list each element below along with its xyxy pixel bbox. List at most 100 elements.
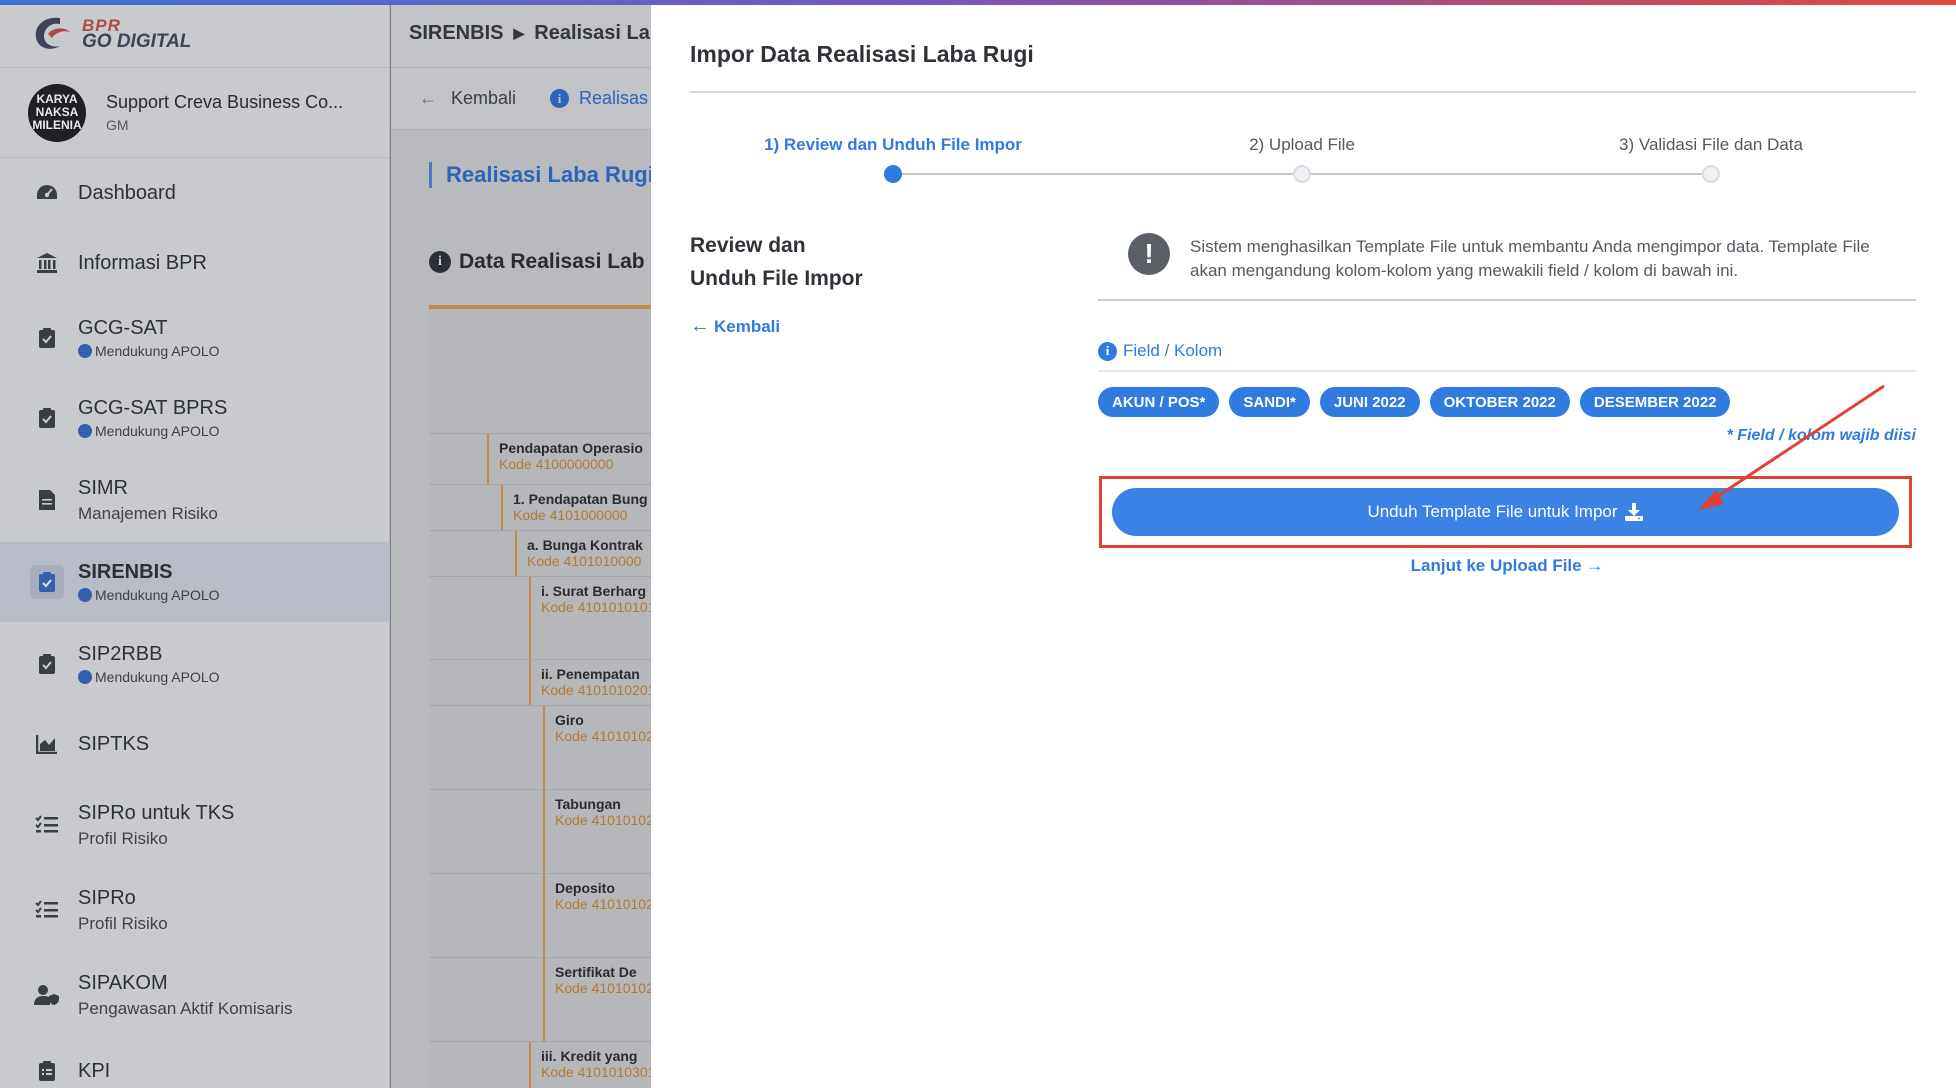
sidebar-item-label: SIRENBIS xyxy=(78,561,173,583)
sidebar-item-label: Dashboard xyxy=(78,181,176,204)
row-name: i. Surat Berharg xyxy=(541,583,647,599)
sidebar-item-simr[interactable]: SIMR Manajemen Risiko xyxy=(0,458,389,542)
bank-icon xyxy=(34,250,60,276)
table-row[interactable]: DepositoKode 4101010203 xyxy=(429,874,651,958)
row-name: Giro xyxy=(555,712,584,728)
sidebar-nav: Dashboard Informasi BPR GCG-SAT Mendukun… xyxy=(0,158,389,1088)
table-row[interactable]: i. Surat Berharg Kode 4101010101 xyxy=(429,577,651,660)
sidebar-item-sipakom[interactable]: SIPAKOM Pengawasan Aktif Komisaris xyxy=(0,952,389,1038)
table-row[interactable]: 1. Pendapatan Bung Kode 4101000000 xyxy=(429,485,651,531)
table-row[interactable]: iii. Kredit yang Kode 4101010301 xyxy=(429,1042,651,1088)
apolo-dot-icon xyxy=(78,588,92,602)
step-3-dot[interactable] xyxy=(1702,165,1720,183)
sidebar-item-label: GCG-SAT xyxy=(78,317,168,339)
table-row[interactable]: GiroKode 4101010201 xyxy=(429,706,651,790)
user-role: GM xyxy=(106,117,129,133)
row-name: 1. Pendapatan Bung xyxy=(513,491,648,507)
sidebar-item-sipro-tks[interactable]: SIPRo untuk TKS Profil Risiko xyxy=(0,782,389,868)
download-icon xyxy=(1624,503,1644,521)
table-row[interactable]: ii. Penempatan Kode 4101010201 xyxy=(429,660,651,706)
tab-realisasi[interactable]: Realisas xyxy=(579,88,648,109)
field-chip: AKUN / POS* xyxy=(1098,387,1220,417)
step-3-label[interactable]: 3) Validasi File dan Data xyxy=(1619,135,1803,155)
row-code: Kode 4101010301 xyxy=(541,1064,651,1080)
step-1-label[interactable]: 1) Review dan Unduh File Impor xyxy=(764,135,1022,155)
sidebar-item-sip2rbb[interactable]: SIP2RBB Mendukung APOLO xyxy=(0,622,389,706)
step-title-line1: Review dan xyxy=(690,234,806,257)
table-row[interactable]: a. Bunga Kontrak Kode 4101010000 xyxy=(429,531,651,577)
user-shield-icon xyxy=(34,982,60,1008)
next-link-label: Lanjut ke Upload File xyxy=(1410,556,1582,575)
sidebar-item-gcg-sat[interactable]: GCG-SAT Mendukung APOLO xyxy=(0,298,389,378)
table-header xyxy=(429,309,651,434)
breadcrumb: SIRENBIS ▶ Realisasi La xyxy=(391,0,651,68)
row-name: iii. Kredit yang xyxy=(541,1048,638,1064)
back-link[interactable]: ← Kembali xyxy=(690,315,990,338)
row-code: Kode 4101010201 xyxy=(541,682,651,698)
sidebar-item-label: SIMR xyxy=(78,476,128,499)
sidebar-item-sublabel: Mendukung APOLO xyxy=(95,669,220,685)
user-profile[interactable]: KARYA NAKSA MILENIA Support Creva Business… xyxy=(0,68,389,158)
import-stepper: 1) Review dan Unduh File Impor 2) Upload… xyxy=(690,125,1916,185)
section-title-text: Data Realisasi Lab xyxy=(459,250,645,273)
field-chip: OKTOBER 2022 xyxy=(1429,387,1570,417)
top-accent-bar xyxy=(0,0,1956,5)
clipboard-list-icon xyxy=(34,1058,60,1084)
info-text: Sistem menghasilkan Template File untuk … xyxy=(1190,237,1870,280)
field-chip: DESEMBER 2022 xyxy=(1579,387,1731,417)
clipboard-check-icon xyxy=(30,565,64,599)
next-upload-link[interactable]: Lanjut ke Upload File → xyxy=(1098,556,1916,576)
sidebar-item-sublabel: Profil Risiko xyxy=(78,828,168,848)
table-row[interactable]: TabunganKode 4101010202 xyxy=(429,790,651,874)
checklist-icon xyxy=(34,897,60,923)
sidebar-item-siptks[interactable]: SIPTKS xyxy=(0,706,389,782)
avatar: KARYA NAKSA MILENIA xyxy=(28,83,86,142)
sidebar-item-kpi[interactable]: KPI xyxy=(0,1038,389,1088)
download-template-button[interactable]: Unduh Template File untuk Impor xyxy=(1112,488,1899,536)
table-row[interactable]: Pendapatan Operasio Kode 4100000000 xyxy=(429,434,651,485)
sidebar-item-sipro[interactable]: SIPRo Profil Risiko xyxy=(0,868,389,952)
back-link-label: Kembali xyxy=(714,316,781,336)
sidebar-item-informasi-bpr[interactable]: Informasi BPR xyxy=(0,228,389,298)
sidebar: BPR GO DIGITAL KARYA NAKSA MILENIA Support… xyxy=(0,0,390,1088)
field-chip: SANDI* xyxy=(1229,387,1310,417)
dashboard-gauge-icon xyxy=(34,180,60,206)
sidebar-item-label: GCG-SAT BPRS xyxy=(78,397,228,419)
caret-right-icon: ▶ xyxy=(513,25,525,41)
table-row[interactable]: Sertifikat DeKode 4101010204 xyxy=(429,958,651,1042)
step-2-dot[interactable] xyxy=(1293,165,1311,183)
row-code: Kode 4101010203 xyxy=(555,896,651,912)
import-modal: Impor Data Realisasi Laba Rugi 1) Review… xyxy=(651,5,1956,1088)
download-template-label: Unduh Template File untuk Impor xyxy=(1367,502,1618,521)
brand-logo[interactable]: BPR GO DIGITAL xyxy=(0,0,389,68)
step-2-label[interactable]: 2) Upload File xyxy=(1249,135,1355,155)
sidebar-item-gcg-sat-bprs[interactable]: GCG-SAT BPRS Mendukung APOLO xyxy=(0,378,389,458)
section-title: i Data Realisasi Lab xyxy=(429,250,645,274)
row-code: Kode 4101010201 xyxy=(555,728,651,744)
clipboard-check-icon xyxy=(34,325,60,351)
sidebar-item-sublabel: Pengawasan Aktif Komisaris xyxy=(78,998,293,1018)
sidebar-item-dashboard[interactable]: Dashboard xyxy=(0,158,389,228)
row-name: Deposito xyxy=(555,880,615,896)
clipboard-check-icon xyxy=(34,405,60,431)
sidebar-item-sublabel: Mendukung APOLO xyxy=(95,423,220,439)
breadcrumb-item: Realisasi La xyxy=(534,22,650,44)
row-name: Pendapatan Operasio xyxy=(499,440,643,456)
document-icon xyxy=(34,487,60,513)
sidebar-item-label: SIPRo xyxy=(78,886,136,909)
field-heading: i Field / Kolom xyxy=(1098,340,1916,372)
row-code: Kode 4101010000 xyxy=(527,553,642,569)
info-icon: i xyxy=(550,89,570,108)
step-1-dot[interactable] xyxy=(884,165,902,183)
card-title: Realisasi Laba Rugi xyxy=(429,162,651,188)
back-button[interactable]: Kembali xyxy=(451,88,516,109)
row-code: Kode 4101000000 xyxy=(513,507,628,523)
sidebar-item-sirenbis[interactable]: SIRENBIS Mendukung APOLO xyxy=(0,542,389,622)
row-code: Kode 4101010101 xyxy=(541,599,651,615)
main-content: SIRENBIS ▶ Realisasi La ← Kembali i Real… xyxy=(391,0,651,1088)
divider xyxy=(690,91,1916,93)
sidebar-item-sublabel: Mendukung APOLO xyxy=(95,587,220,603)
sidebar-item-sublabel: Mendukung APOLO xyxy=(95,343,220,359)
page-subnav: ← Kembali i Realisas xyxy=(391,68,651,130)
breadcrumb-item[interactable]: SIRENBIS xyxy=(409,22,503,45)
